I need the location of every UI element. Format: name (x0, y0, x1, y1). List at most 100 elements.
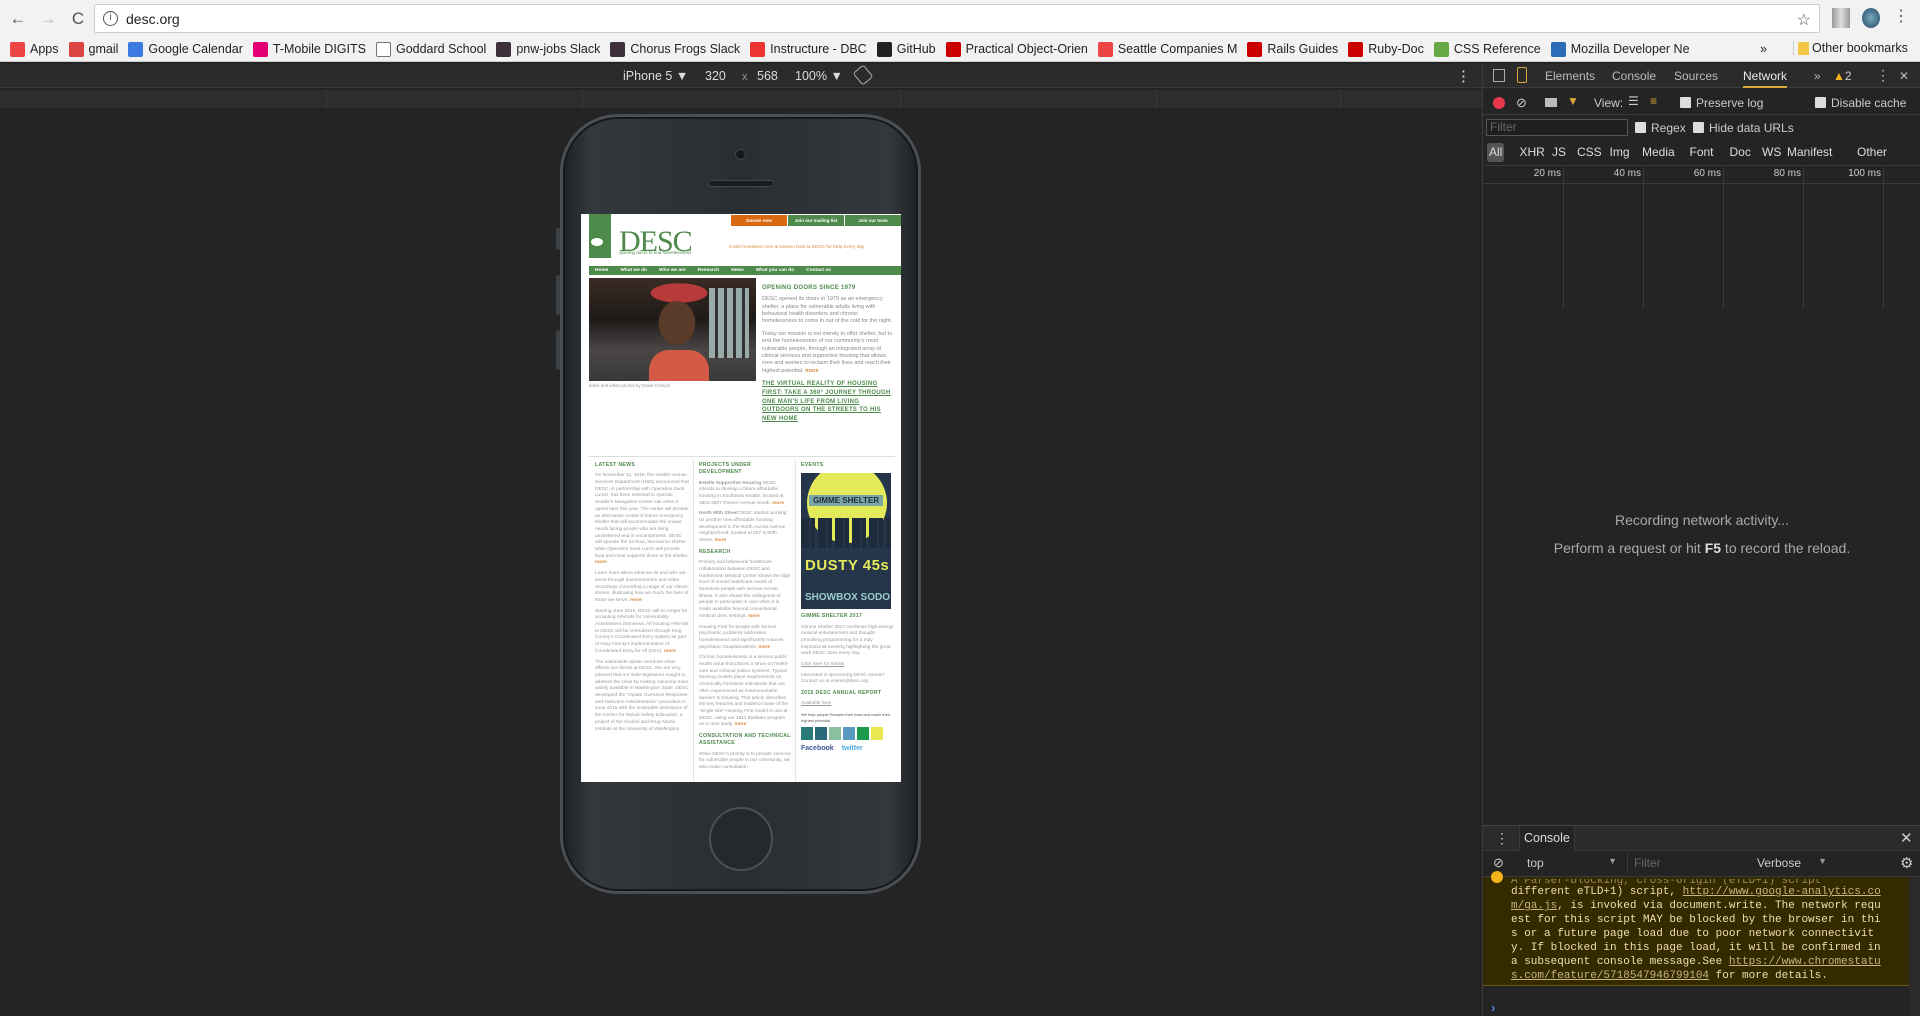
desc-logo[interactable]: DESC (619, 222, 693, 263)
type-filter-img[interactable]: Img (1610, 145, 1630, 159)
back-button[interactable]: ← (6, 9, 30, 29)
type-filter-all[interactable]: All (1487, 143, 1505, 162)
inspect-element-icon[interactable] (1493, 69, 1505, 82)
type-filter-manifest[interactable]: Manifest (1787, 145, 1832, 159)
nav-what-we-do[interactable]: What we do (614, 266, 653, 275)
bookmark-star-icon[interactable]: ☆ (1797, 10, 1811, 30)
reload-button[interactable]: C (66, 9, 90, 29)
bookmark-item[interactable]: Seattle Companies M (1097, 41, 1237, 57)
type-filter-other[interactable]: Other (1857, 145, 1887, 159)
bookmark-item[interactable]: Apps (10, 41, 59, 57)
bookmark-item[interactable]: Practical Object-Orien (945, 41, 1088, 57)
bookmark-item[interactable]: T-Mobile DIGITS (252, 41, 366, 57)
nav-home[interactable]: Home (589, 266, 614, 275)
join-team-button[interactable]: Join our team (844, 215, 901, 226)
drawer-close-button[interactable]: ✕ (1900, 829, 1913, 847)
drawer-tab-console[interactable]: Console (1519, 826, 1575, 851)
gimme-shelter-poster[interactable]: GIMME SHELTER DUSTY 45s SHOWBOX SODO (801, 473, 891, 610)
waterfall-view-icon[interactable]: ≡ (1650, 94, 1657, 108)
more-link[interactable]: more (630, 598, 642, 603)
other-bookmarks-folder[interactable]: Other bookmarks (1793, 41, 1908, 55)
project-title[interactable]: Estelle Supportive Housing (699, 481, 761, 486)
bookmark-item[interactable]: Goddard School (375, 41, 486, 57)
type-filter-media[interactable]: Media (1642, 145, 1675, 159)
bookmark-item[interactable]: CSS Reference (1433, 41, 1541, 57)
url-text[interactable]: desc.org (126, 11, 180, 27)
console-scrollbar[interactable] (1909, 877, 1920, 1016)
bookmark-item[interactable]: Rails Guides (1247, 41, 1338, 57)
vr-story-link[interactable]: THE VIRTUAL REALITY OF HOUSING FIRST: TA… (762, 380, 894, 423)
tab-sources[interactable]: Sources (1674, 69, 1718, 83)
type-filter-font[interactable]: Font (1690, 145, 1714, 159)
mailing-list-button[interactable]: Join our mailing list (787, 215, 844, 226)
more-link[interactable]: more (805, 368, 818, 374)
device-menu-icon[interactable]: ⋮ (1456, 67, 1471, 85)
list-view-icon[interactable]: ☰ (1628, 94, 1639, 108)
more-link[interactable]: more (714, 538, 726, 543)
device-width[interactable]: 320 (705, 69, 726, 83)
more-link[interactable]: more (595, 560, 607, 565)
nav-what-you-can-do[interactable]: What you can do (750, 266, 800, 275)
device-select[interactable]: iPhone 5 ▼ (623, 69, 688, 83)
type-filter-doc[interactable]: Doc (1730, 145, 1751, 159)
bookmarks-overflow-button[interactable]: » (1760, 42, 1767, 56)
address-bar[interactable]: i desc.org ☆ (94, 4, 1820, 33)
drawer-menu-icon[interactable]: ⋮ (1495, 830, 1509, 847)
warning-icon[interactable]: ▲2 (1833, 69, 1852, 83)
bookmark-item[interactable]: gmail (68, 41, 118, 57)
more-link[interactable]: more (758, 645, 770, 650)
type-filter-ws[interactable]: WS (1762, 145, 1781, 159)
bookmark-item[interactable]: Google Calendar (128, 41, 243, 57)
context-select[interactable]: top ▼ (1527, 856, 1617, 870)
console-prompt[interactable]: › (1491, 1000, 1495, 1015)
zoom-select[interactable]: 100% ▼ (795, 69, 843, 83)
console-settings-icon[interactable]: ⚙ (1900, 854, 1913, 872)
extension-icon[interactable] (1832, 8, 1850, 28)
regex-checkbox[interactable]: Regex (1635, 121, 1686, 135)
twitter-link[interactable]: twitter (842, 744, 863, 754)
annual-report-link[interactable]: Available here (801, 701, 895, 708)
hide-data-urls-checkbox[interactable]: Hide data URLs (1693, 121, 1794, 135)
type-filter-js[interactable]: JS (1552, 145, 1566, 159)
nav-research[interactable]: Research (692, 266, 726, 275)
bookmark-item[interactable]: pnw-jobs Slack (496, 41, 600, 57)
desc-logo-mark[interactable] (589, 214, 611, 258)
clear-icon[interactable]: ⊘ (1516, 95, 1527, 111)
chrome-menu-icon[interactable]: ⋮ (1893, 6, 1911, 26)
facebook-link[interactable]: Facebook (801, 744, 834, 754)
bookmark-item[interactable]: Instructure - DBC (750, 41, 867, 57)
network-filter-input[interactable]: Filter (1486, 119, 1628, 136)
tab-console[interactable]: Console (1612, 69, 1656, 83)
type-filter-xhr[interactable]: XHR (1520, 145, 1545, 159)
more-link[interactable]: more (664, 649, 676, 654)
type-filter-css[interactable]: CSS (1577, 145, 1602, 159)
donate-button[interactable]: Donate now (730, 215, 787, 226)
preserve-log-checkbox[interactable]: Preserve log (1680, 96, 1763, 110)
tab-network[interactable]: Network (1743, 69, 1788, 88)
bookmark-item[interactable]: Chorus Frogs Slack (610, 41, 740, 57)
record-button[interactable] (1493, 97, 1505, 109)
forward-button[interactable]: → (36, 9, 60, 29)
screenshot-capture-icon[interactable] (1545, 98, 1557, 107)
info-icon[interactable]: i (103, 11, 118, 26)
bookmark-item[interactable]: Ruby-Doc (1348, 41, 1424, 57)
log-level-select[interactable]: Verbose ▼ (1757, 856, 1827, 870)
tickets-link[interactable]: Click here for tickets (801, 662, 895, 669)
rotate-icon[interactable] (852, 64, 874, 86)
console-filter-input[interactable]: Filter (1627, 854, 1751, 873)
nav-news[interactable]: News (725, 266, 750, 275)
filter-funnel-icon[interactable]: ▼ (1567, 94, 1579, 108)
device-mode-icon[interactable] (1517, 67, 1527, 83)
device-height[interactable]: 568 (757, 69, 778, 83)
profile-icon[interactable] (1862, 8, 1880, 28)
bookmark-item[interactable]: Mozilla Developer Ne (1550, 41, 1690, 57)
nav-contact-us[interactable]: Contact us (800, 266, 837, 275)
project-title[interactable]: North 90th Street (699, 511, 738, 516)
more-link[interactable]: more (748, 614, 760, 619)
devtools-menu-icon[interactable]: ⋮ (1876, 67, 1890, 84)
more-link[interactable]: more (772, 501, 784, 506)
nav-who-we-are[interactable]: Who we are (653, 266, 692, 275)
devtools-close-button[interactable]: ✕ (1899, 69, 1909, 83)
clear-console-icon[interactable]: ⊘ (1493, 855, 1504, 871)
bookmark-item[interactable]: GitHub (876, 41, 936, 57)
